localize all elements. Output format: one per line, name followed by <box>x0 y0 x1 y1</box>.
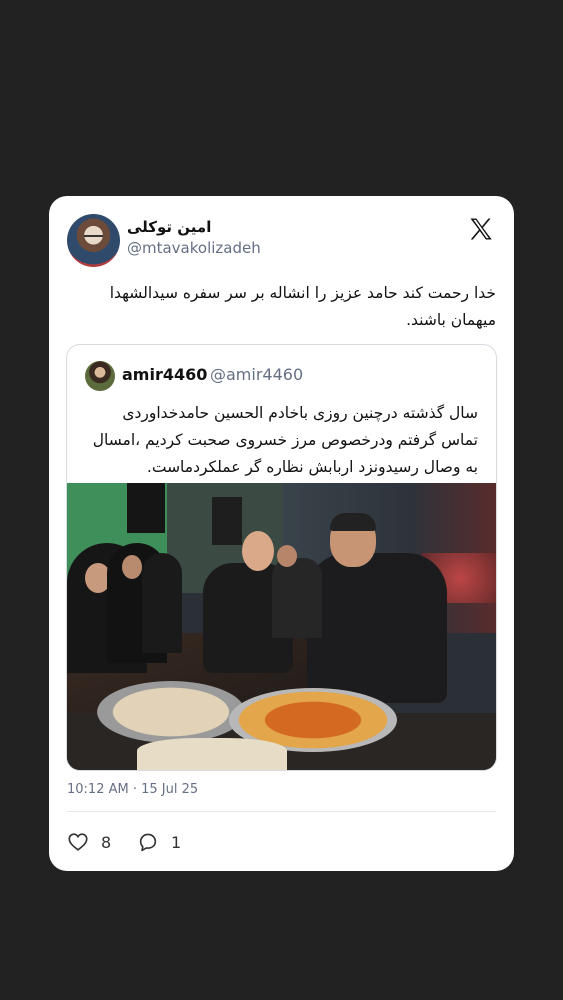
quoted-tweet[interactable]: amir4460 @amir4460 سال گذشته درچنین روزی… <box>66 344 497 771</box>
quoted-author-handle[interactable]: @amir4460 <box>210 365 303 384</box>
tweet-card: امین توکلی @mtavakolizadeh خدا رحمت کند … <box>49 196 514 871</box>
like-count: 8 <box>101 832 112 852</box>
quoted-author-name[interactable]: amir4460 <box>122 365 207 384</box>
tweet-text: خدا رحمت کند حامد عزیز را انشاله بر سر س… <box>109 284 496 329</box>
quoted-tweet-photo[interactable] <box>67 483 496 770</box>
author-name[interactable]: امین توکلی <box>127 218 211 236</box>
author-avatar[interactable] <box>67 214 120 267</box>
reply-button[interactable]: 1 <box>137 830 181 854</box>
tweet-timestamp[interactable]: 10:12 AM · 15 Jul 25 <box>67 782 198 797</box>
heart-icon <box>68 833 88 851</box>
quoted-tweet-text: سال گذشته درچنین روزی باخادم الحسین حامد… <box>92 404 478 476</box>
reply-bubble-icon <box>139 833 157 852</box>
reply-count: 1 <box>171 832 182 852</box>
x-logo-icon[interactable] <box>467 215 495 243</box>
author-handle[interactable]: @mtavakolizadeh <box>127 239 261 257</box>
divider <box>67 811 496 812</box>
like-button[interactable]: 8 <box>67 830 111 854</box>
quoted-author-avatar[interactable] <box>85 361 115 391</box>
